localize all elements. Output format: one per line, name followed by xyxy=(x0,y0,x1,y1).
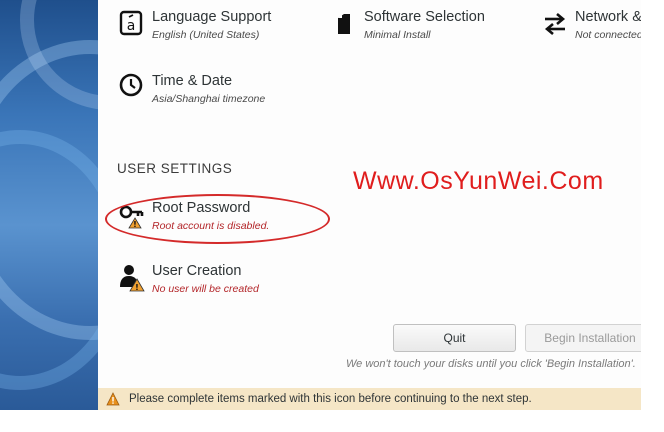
spoke-network[interactable]: Network & Not connected xyxy=(541,9,641,45)
user-warning-icon: ! xyxy=(120,265,145,292)
page-margin xyxy=(0,410,664,432)
spoke-title: User Creation xyxy=(152,263,242,279)
spoke-language-support[interactable]: a Language Support English (United State… xyxy=(118,9,318,45)
sidebar-wallpaper xyxy=(0,0,98,410)
annotation-ellipse xyxy=(105,194,330,244)
wallpaper-swirl xyxy=(0,130,98,390)
spoke-status: Asia/Shanghai timezone xyxy=(152,93,266,105)
quit-button[interactable]: Quit xyxy=(393,324,516,352)
installation-summary-hub: a Language Support English (United State… xyxy=(98,0,641,388)
warning-icon xyxy=(106,392,120,406)
section-heading-user-settings: USER SETTINGS xyxy=(117,161,233,176)
warning-bar-text: Please complete items marked with this i… xyxy=(129,393,532,405)
spoke-time-date[interactable]: Time & Date Asia/Shanghai timezone xyxy=(118,73,318,109)
spoke-status: Minimal Install xyxy=(364,29,431,41)
network-arrows-icon xyxy=(544,13,566,35)
svg-text:a: a xyxy=(127,18,136,34)
spoke-title: Network & xyxy=(575,9,641,25)
spoke-user-creation[interactable]: ! User Creation No user will be created xyxy=(118,263,318,299)
watermark: Www.OsYunWei.Com xyxy=(353,167,604,195)
spoke-title: Time & Date xyxy=(152,73,233,89)
window-edge xyxy=(641,0,664,410)
language-icon: a xyxy=(119,10,143,36)
begin-installation-button[interactable]: Begin Installation xyxy=(525,324,641,352)
package-icon xyxy=(338,14,350,34)
svg-text:!: ! xyxy=(135,283,139,292)
spoke-status: No user will be created xyxy=(152,283,259,295)
clock-icon xyxy=(119,73,143,97)
spoke-status: English (United States) xyxy=(152,29,260,41)
disk-safety-note: We won't touch your disks until you clic… xyxy=(346,358,636,370)
warning-bar: Please complete items marked with this i… xyxy=(98,388,641,410)
spoke-title: Software Selection xyxy=(364,9,485,25)
spoke-title: Language Support xyxy=(152,9,272,25)
spoke-software-selection[interactable]: Software Selection Minimal Install xyxy=(330,9,510,45)
spoke-status: Not connected xyxy=(575,29,641,41)
